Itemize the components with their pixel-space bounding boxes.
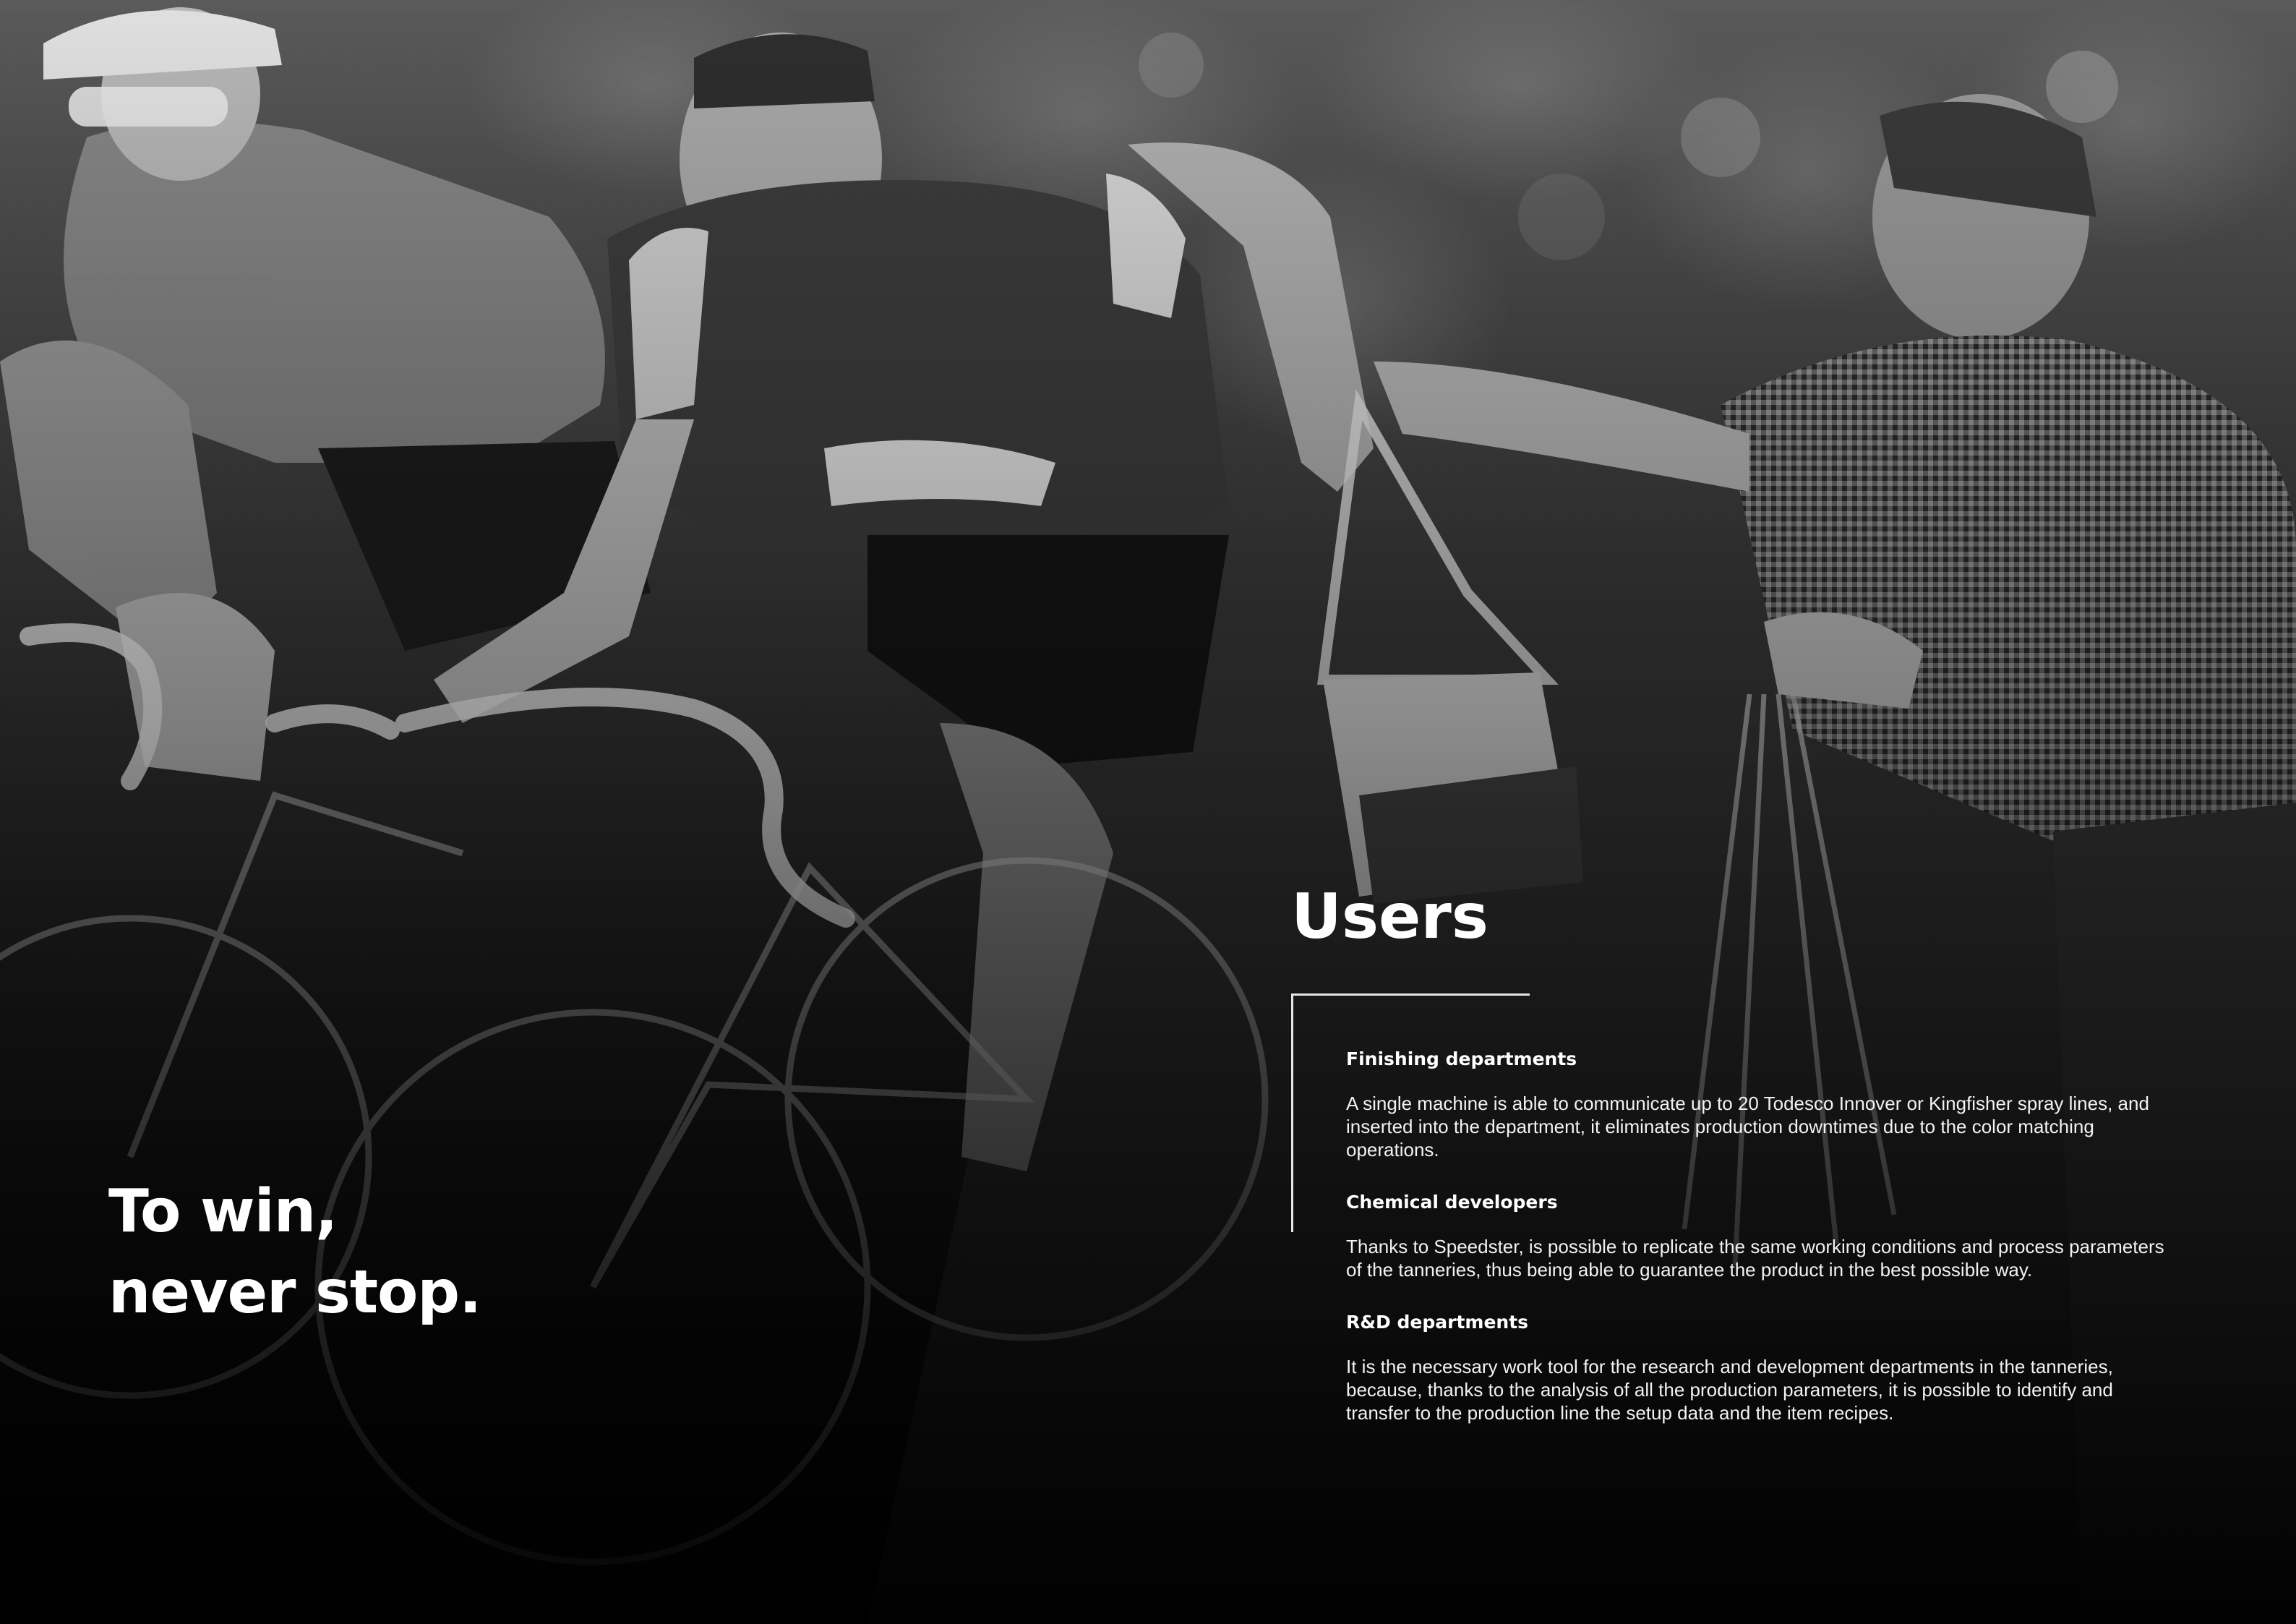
corner-frame-top-line bbox=[1291, 993, 1530, 996]
section-heading: R&D departments bbox=[1346, 1312, 1529, 1333]
section-body: Thanks to Speedster, is possible to repl… bbox=[1346, 1236, 2164, 1281]
section-finishing-departments: Finishing departments A single machine i… bbox=[1346, 1047, 2177, 1190]
section-body: It is the necessary work tool for the re… bbox=[1346, 1356, 2113, 1424]
section-heading: Chemical developers bbox=[1346, 1192, 1558, 1213]
slogan: To win, never stop. bbox=[108, 1171, 481, 1333]
section-body: A single machine is able to communicate … bbox=[1346, 1093, 2149, 1161]
corner-frame-left-line bbox=[1291, 993, 1293, 1232]
slogan-line-1: To win, bbox=[108, 1177, 338, 1246]
section-rd-departments: R&D departments It is the necessary work… bbox=[1346, 1310, 2177, 1424]
slogan-line-2: never stop. bbox=[108, 1258, 481, 1327]
users-sections: Finishing departments A single machine i… bbox=[1346, 1047, 2177, 1424]
brochure-page: To win, never stop. Users Finishing depa… bbox=[0, 0, 2296, 1624]
section-heading: Finishing departments bbox=[1346, 1048, 1577, 1069]
users-heading: Users bbox=[1291, 881, 1488, 953]
section-chemical-developers: Chemical developers Thanks to Speedster,… bbox=[1346, 1190, 2177, 1310]
